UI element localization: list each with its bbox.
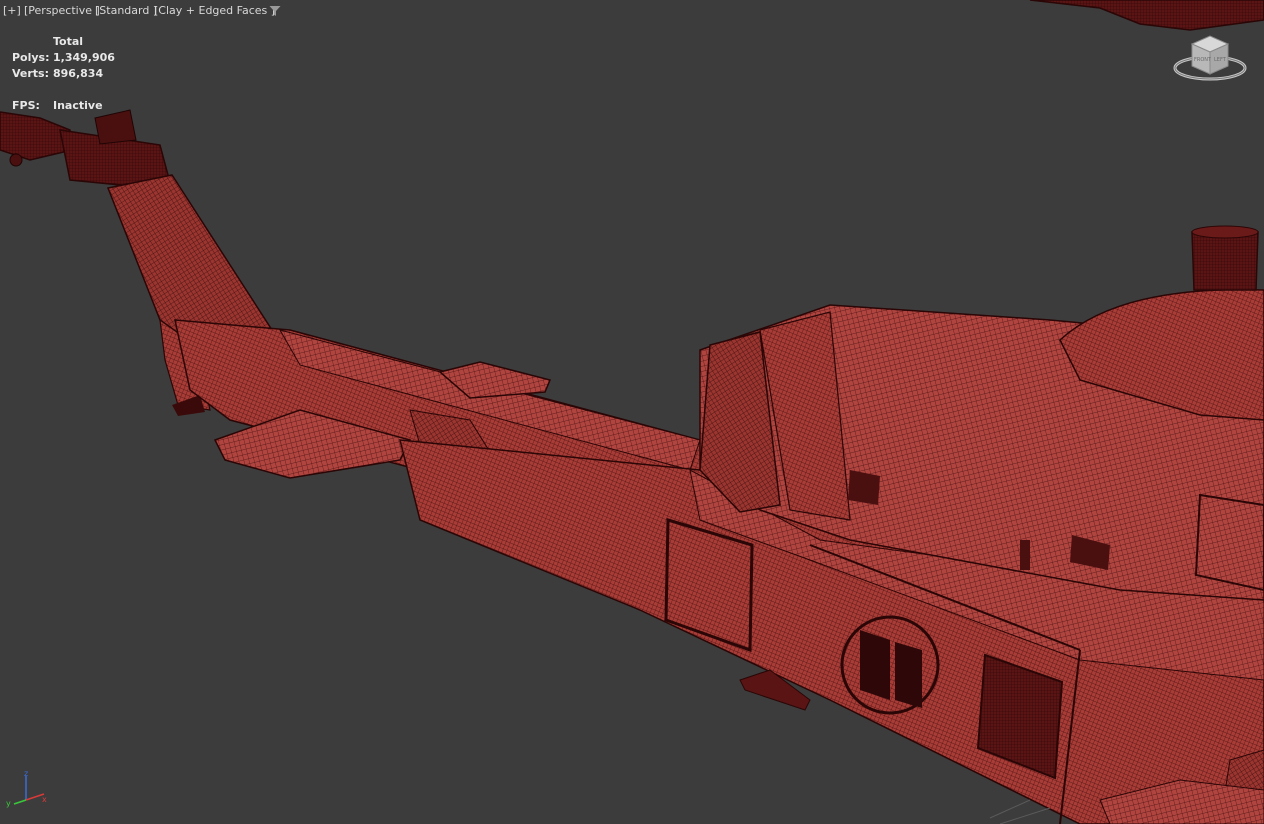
polys-label: Polys:	[12, 51, 50, 64]
fps-value: Inactive	[53, 99, 103, 112]
viewcube-icon[interactable]: FRONT LEFT	[1172, 30, 1248, 86]
main-rotor-top	[1029, 0, 1264, 31]
viewcube-face-front: FRONT	[1194, 57, 1212, 63]
axis-label-y: y	[6, 799, 11, 808]
viewport-menu-display-mode[interactable]: [Clay + Edged Faces ]	[154, 4, 275, 17]
funnel-icon[interactable]	[269, 5, 281, 17]
stats-header: Total	[53, 35, 84, 48]
viewport-menu-shading-preset[interactable]: [Standard ]	[95, 4, 157, 17]
viewport-menu-plus[interactable]: [+]	[3, 4, 21, 17]
verts-value: 896,834	[53, 67, 104, 80]
3d-viewport[interactable]: [+] [Perspective ] [Standard ] [Clay + E…	[0, 0, 1264, 824]
viewcube-face-left: LEFT	[1214, 57, 1227, 63]
verts-label: Verts:	[12, 67, 50, 80]
helicopter-mesh[interactable]	[0, 0, 1264, 824]
axis-tripod-icon: z x y	[6, 770, 47, 808]
axis-label-x: x	[42, 795, 47, 804]
polys-value: 1,349,906	[53, 51, 115, 64]
fps-label: FPS:	[12, 99, 40, 112]
tail-rotor	[0, 109, 174, 191]
viewport-menu-camera[interactable]: [Perspective ]	[24, 4, 100, 17]
axis-label-z: z	[24, 770, 28, 778]
